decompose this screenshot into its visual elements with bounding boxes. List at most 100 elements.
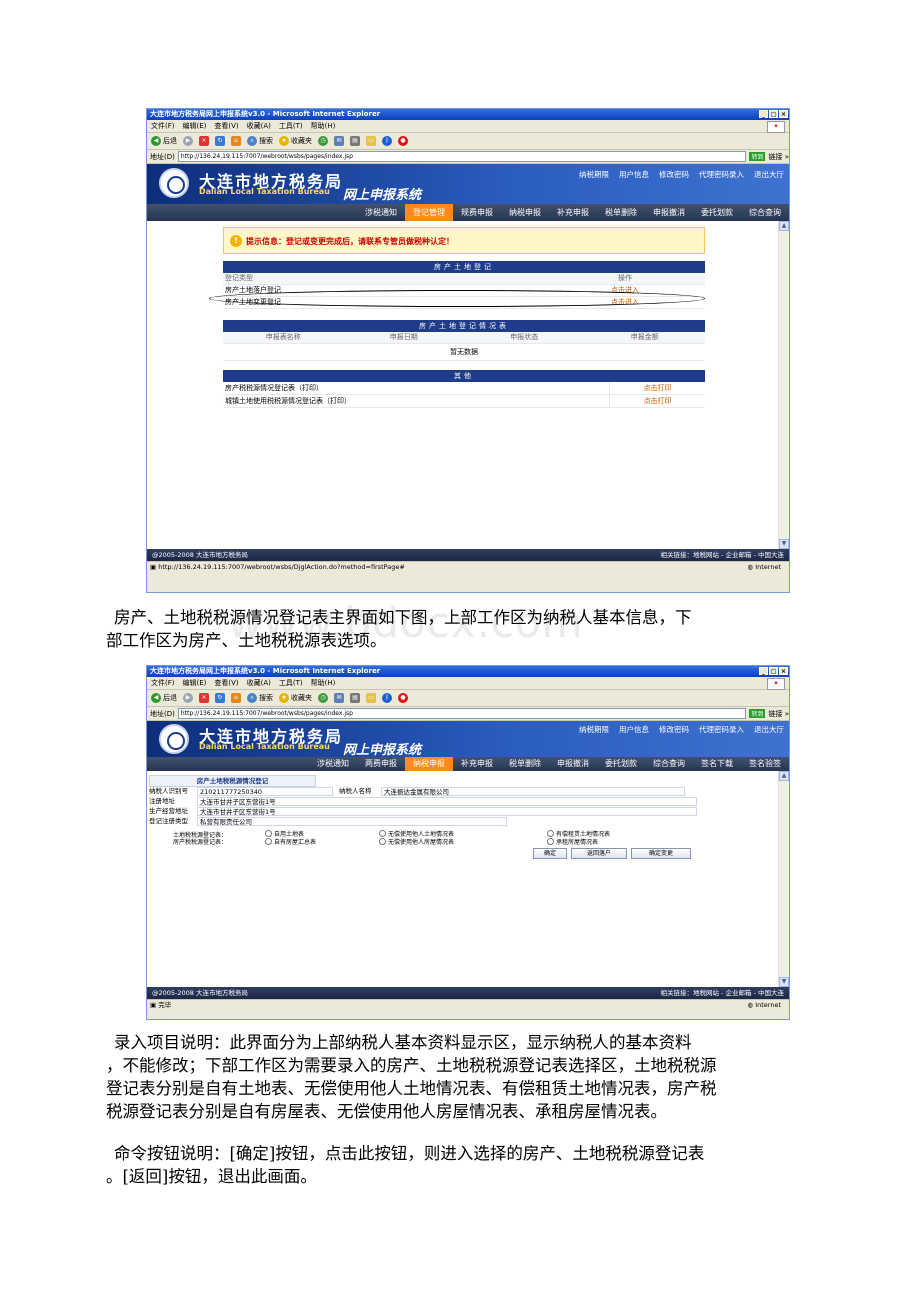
- vertical-scrollbar[interactable]: ▲ ▼: [778, 221, 789, 549]
- scroll-up-icon[interactable]: ▲: [779, 771, 789, 781]
- stop-icon[interactable]: ×: [199, 693, 209, 703]
- nav-query[interactable]: 综合查询: [741, 204, 789, 221]
- maximize-button[interactable]: □: [769, 110, 778, 118]
- link-tax-deadline[interactable]: 纳税期限: [579, 169, 609, 180]
- back-button[interactable]: ◀ 后退: [151, 136, 177, 146]
- scroll-down-icon[interactable]: ▼: [779, 539, 789, 549]
- nav-tax-declaration[interactable]: 纳税申报: [405, 757, 453, 771]
- search-button[interactable]: ⌕ 搜索: [247, 693, 273, 703]
- menu-favorites[interactable]: 收藏(A): [247, 677, 271, 689]
- nav-delete-bill[interactable]: 税单删除: [501, 757, 549, 771]
- menu-edit[interactable]: 编辑(E): [183, 677, 207, 689]
- nav-supplementary[interactable]: 补充申报: [549, 204, 597, 221]
- tax-bureau-seal-icon: [159, 724, 189, 754]
- forward-arrow-icon[interactable]: ▶: [183, 136, 193, 146]
- links-button[interactable]: 链接 »: [768, 152, 789, 162]
- print-icon[interactable]: ▤: [350, 693, 360, 703]
- bluetooth-icon[interactable]: ᛒ: [382, 693, 392, 703]
- go-button[interactable]: 转到: [749, 152, 766, 161]
- menu-edit[interactable]: 编辑(E): [183, 120, 207, 132]
- menu-help[interactable]: 帮助(H): [311, 120, 336, 132]
- confirm-button[interactable]: 确定: [533, 848, 567, 859]
- nav-supplementary[interactable]: 补充申报: [453, 757, 501, 771]
- nav-tax-notice[interactable]: 涉税通知: [357, 204, 405, 221]
- radio-rent-house[interactable]: 承租房屋情况表: [547, 837, 598, 846]
- close-button[interactable]: ×: [779, 667, 788, 675]
- nav-tax-notice[interactable]: 涉税通知: [309, 757, 357, 771]
- address-input[interactable]: http://136.24.19.115:7007/webroot/wsbs/p…: [177, 151, 747, 162]
- nav-two-fees[interactable]: 两费申报: [357, 757, 405, 771]
- link-user-info[interactable]: 用户信息: [619, 724, 649, 735]
- screenshot-2: 大连市地方税务局网上申报系统v3.0 - Microsoft Internet …: [146, 665, 790, 1020]
- link-change-password[interactable]: 修改密码: [659, 169, 689, 180]
- link-exit[interactable]: 退出大厅: [754, 724, 784, 735]
- nav-cancel-declaration[interactable]: 申报撤消: [645, 204, 693, 221]
- nav-entrust-debit[interactable]: 委托划款: [693, 204, 741, 221]
- link-user-info[interactable]: 用户信息: [619, 169, 649, 180]
- nav-query[interactable]: 综合查询: [645, 757, 693, 771]
- menu-tools[interactable]: 工具(T): [279, 120, 303, 132]
- history-icon[interactable]: ◷: [318, 693, 328, 703]
- address-input[interactable]: http://136.24.19.115:7007/webroot/wsbs/p…: [177, 708, 747, 719]
- folder-icon[interactable]: ▭: [366, 693, 376, 703]
- nav-entrust-debit[interactable]: 委托划款: [597, 757, 645, 771]
- bureau-name-en: Dalian Local Taxation Bureau: [199, 187, 330, 196]
- menu-favorites[interactable]: 收藏(A): [247, 120, 271, 132]
- return-register-button[interactable]: 返回落户: [571, 848, 627, 859]
- menu-file[interactable]: 文件(F): [151, 120, 175, 132]
- messenger-icon[interactable]: ●: [398, 136, 408, 146]
- link-agent-password[interactable]: 代理密码录入: [699, 724, 744, 735]
- links-button[interactable]: 链接 »: [768, 709, 789, 719]
- go-button[interactable]: 转到: [749, 709, 766, 718]
- nav-delete-bill[interactable]: 税单删除: [597, 204, 645, 221]
- link-agent-password[interactable]: 代理密码录入: [699, 169, 744, 180]
- nav-sign-verify[interactable]: 签名验签: [741, 757, 789, 771]
- menu-view[interactable]: 查看(V): [214, 677, 238, 689]
- radio-free-house[interactable]: 无偿使用他人房屋情况表: [379, 837, 454, 846]
- link-tax-deadline[interactable]: 纳税期限: [579, 724, 609, 735]
- stop-icon[interactable]: ×: [199, 136, 209, 146]
- table-row: 城镇土地使用税税源情况登记表（打印） 点击打印: [223, 395, 705, 408]
- home-icon[interactable]: ⌂: [231, 136, 241, 146]
- refresh-icon[interactable]: ↻: [215, 693, 225, 703]
- favorites-button[interactable]: ★ 收藏夹: [279, 693, 312, 703]
- confirm-change-button[interactable]: 确定变更: [631, 848, 691, 859]
- mail-icon[interactable]: ✉: [334, 136, 344, 146]
- nav-registration[interactable]: 登记管理: [405, 204, 453, 221]
- search-button[interactable]: ⌕ 搜索: [247, 136, 273, 146]
- nav-fee-declaration[interactable]: 规费申报: [453, 204, 501, 221]
- scroll-up-icon[interactable]: ▲: [779, 221, 789, 231]
- nav-cancel-declaration[interactable]: 申报撤消: [549, 757, 597, 771]
- maximize-button[interactable]: □: [769, 667, 778, 675]
- nav-tax-declaration[interactable]: 纳税申报: [501, 204, 549, 221]
- main-content: 房产土地税税源情况登记 纳税人识别号 210211777250340 纳税人名称…: [147, 771, 789, 987]
- home-icon[interactable]: ⌂: [231, 693, 241, 703]
- forward-arrow-icon[interactable]: ▶: [183, 693, 193, 703]
- address-bar: 地址(D) http://136.24.19.115:7007/webroot/…: [147, 707, 789, 721]
- scroll-down-icon[interactable]: ▼: [779, 977, 789, 987]
- link-change-password[interactable]: 修改密码: [659, 724, 689, 735]
- refresh-icon[interactable]: ↻: [215, 136, 225, 146]
- vertical-scrollbar[interactable]: ▲ ▼: [778, 771, 789, 987]
- history-icon[interactable]: ◷: [318, 136, 328, 146]
- radio-own-house[interactable]: 自有房屋汇总表: [265, 837, 316, 846]
- nav-sign-download[interactable]: 签名下载: [693, 757, 741, 771]
- minimize-button[interactable]: _: [759, 110, 768, 118]
- menu-help[interactable]: 帮助(H): [311, 677, 336, 689]
- bluetooth-icon[interactable]: ᛒ: [382, 136, 392, 146]
- folder-icon[interactable]: ▭: [366, 136, 376, 146]
- messenger-icon[interactable]: ●: [398, 693, 408, 703]
- back-button[interactable]: ◀ 后退: [151, 693, 177, 703]
- minimize-button[interactable]: _: [759, 667, 768, 675]
- print-link[interactable]: 点击打印: [609, 395, 705, 407]
- close-button[interactable]: ×: [779, 110, 788, 118]
- mail-icon[interactable]: ✉: [334, 693, 344, 703]
- menu-file[interactable]: 文件(F): [151, 677, 175, 689]
- print-link[interactable]: 点击打印: [609, 382, 705, 394]
- print-icon[interactable]: ▤: [350, 136, 360, 146]
- menu-tools[interactable]: 工具(T): [279, 677, 303, 689]
- menu-view[interactable]: 查看(V): [214, 120, 238, 132]
- link-exit[interactable]: 退出大厅: [754, 169, 784, 180]
- paragraph-1-line-1: 房产、土地税税源情况登记表主界面如下图，上部工作区为纳税人基本信息，下: [114, 608, 692, 627]
- favorites-button[interactable]: ★ 收藏夹: [279, 136, 312, 146]
